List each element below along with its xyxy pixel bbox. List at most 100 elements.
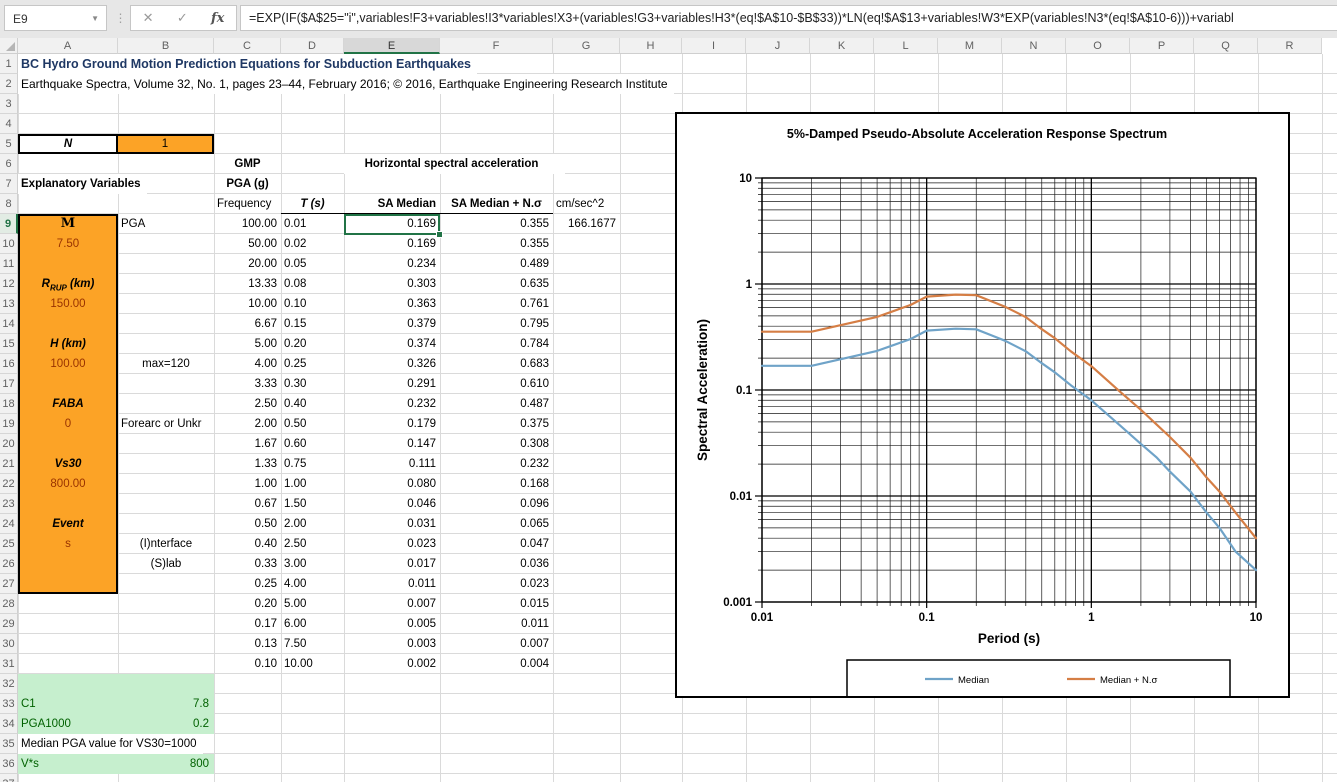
sa-median-nsigma-cell-r29[interactable]: 0.011 (440, 614, 553, 634)
sa-median-nsigma-cell-r25[interactable]: 0.047 (440, 534, 553, 554)
period-cell-r27[interactable]: 4.00 (281, 574, 344, 594)
row-header-9[interactable]: 9 (0, 214, 18, 234)
column-header-C[interactable]: C (214, 38, 281, 54)
row-header-1[interactable]: 1 (0, 54, 18, 74)
row-header-6[interactable]: 6 (0, 154, 18, 174)
frequency-cell-r23[interactable]: 0.67 (214, 494, 281, 514)
frequency-cell-r11[interactable]: 20.00 (214, 254, 281, 274)
period-cell-r22[interactable]: 1.00 (281, 474, 344, 494)
sa-median-cell-r23[interactable]: 0.046 (344, 494, 440, 514)
sa-median-cell-r21[interactable]: 0.111 (344, 454, 440, 474)
period-cell-r9[interactable]: 0.01 (281, 214, 344, 234)
sa-median-nsigma-cell-r21[interactable]: 0.232 (440, 454, 553, 474)
period-cell-r10[interactable]: 0.02 (281, 234, 344, 254)
sa-median-nsigma-cell-r15[interactable]: 0.784 (440, 334, 553, 354)
note-interface[interactable]: (I)nterface (118, 534, 214, 554)
period-cell-r21[interactable]: 0.75 (281, 454, 344, 474)
sa-median-nsigma-cell-r22[interactable]: 0.168 (440, 474, 553, 494)
period-cell-r17[interactable]: 0.30 (281, 374, 344, 394)
row-header-14[interactable]: 14 (0, 314, 18, 334)
column-header-P[interactable]: P (1130, 38, 1194, 54)
sa-median-nsigma-cell-r9[interactable]: 0.355 (440, 214, 553, 234)
period-cell-r13[interactable]: 0.10 (281, 294, 344, 314)
column-header-F[interactable]: F (440, 38, 553, 54)
column-header-I[interactable]: I (682, 38, 746, 54)
sheet-title[interactable]: BC Hydro Ground Motion Prediction Equati… (18, 54, 477, 74)
sa-median-cell-r28[interactable]: 0.007 (344, 594, 440, 614)
row-header-37[interactable]: 37 (0, 774, 18, 782)
row-header-15[interactable]: 15 (0, 334, 18, 354)
column-header-G[interactable]: G (553, 38, 620, 54)
name-box[interactable]: E9 ▼ (4, 5, 107, 31)
green-row-36[interactable]: V*s800 (18, 754, 214, 774)
sa-median-cell-r25[interactable]: 0.023 (344, 534, 440, 554)
sa-median-nsigma-cell-r27[interactable]: 0.023 (440, 574, 553, 594)
column-header-J[interactable]: J (746, 38, 810, 54)
period-cell-r31[interactable]: 10.00 (281, 654, 344, 674)
frequency-cell-r12[interactable]: 13.33 (214, 274, 281, 294)
frequency-cell-r20[interactable]: 1.67 (214, 434, 281, 454)
column-header-O[interactable]: O (1066, 38, 1130, 54)
frequency-cell-r22[interactable]: 1.00 (214, 474, 281, 494)
green-row-34[interactable]: PGA10000.2 (18, 714, 214, 734)
enter-icon[interactable]: ✓ (177, 10, 188, 26)
row-header-4[interactable]: 4 (0, 114, 18, 134)
row-header-26[interactable]: 26 (0, 554, 18, 574)
pga-header[interactable]: PGA (g) (214, 174, 281, 194)
period-cell-r16[interactable]: 0.25 (281, 354, 344, 374)
row-header-29[interactable]: 29 (0, 614, 18, 634)
units-header[interactable]: cm/sec^2 (553, 194, 620, 214)
column-header-H[interactable]: H (620, 38, 682, 54)
row-header-5[interactable]: 5 (0, 134, 18, 154)
row-header-7[interactable]: 7 (0, 174, 18, 194)
period-cell-r29[interactable]: 6.00 (281, 614, 344, 634)
frequency-cell-r31[interactable]: 0.10 (214, 654, 281, 674)
sa-median-nsigma-cell-r24[interactable]: 0.065 (440, 514, 553, 534)
row-header-8[interactable]: 8 (0, 194, 18, 214)
sa-median-nsigma-header[interactable]: SA Median + N.σ (440, 194, 553, 214)
sa-median-nsigma-cell-r28[interactable]: 0.015 (440, 594, 553, 614)
row-header-32[interactable]: 32 (0, 674, 18, 694)
frequency-header[interactable]: Frequency (214, 194, 281, 214)
row-header-13[interactable]: 13 (0, 294, 18, 314)
period-cell-r25[interactable]: 2.50 (281, 534, 344, 554)
name-box-dropdown-icon[interactable]: ▼ (91, 6, 99, 32)
gmp-header[interactable]: GMP (214, 154, 281, 174)
sa-median-nsigma-cell-r10[interactable]: 0.355 (440, 234, 553, 254)
row-header-31[interactable]: 31 (0, 654, 18, 674)
row-header-11[interactable]: 11 (0, 254, 18, 274)
frequency-cell-r25[interactable]: 0.40 (214, 534, 281, 554)
cancel-icon[interactable]: ✕ (143, 10, 154, 26)
column-header-L[interactable]: L (874, 38, 938, 54)
row-header-25[interactable]: 25 (0, 534, 18, 554)
frequency-cell-r9[interactable]: 100.00 (214, 214, 281, 234)
note-pga[interactable]: PGA (118, 214, 214, 234)
row-header-34[interactable]: 34 (0, 714, 18, 734)
row-header-19[interactable]: 19 (0, 414, 18, 434)
period-cell-r12[interactable]: 0.08 (281, 274, 344, 294)
row-header-21[interactable]: 21 (0, 454, 18, 474)
note-slab[interactable]: (S)lab (118, 554, 214, 574)
period-cell-r19[interactable]: 0.50 (281, 414, 344, 434)
column-header-E[interactable]: E (344, 38, 440, 54)
sa-median-cell-r26[interactable]: 0.017 (344, 554, 440, 574)
period-cell-r20[interactable]: 0.60 (281, 434, 344, 454)
sa-median-cell-r16[interactable]: 0.326 (344, 354, 440, 374)
frequency-cell-r30[interactable]: 0.13 (214, 634, 281, 654)
row-header-2[interactable]: 2 (0, 74, 18, 94)
period-cell-r15[interactable]: 0.20 (281, 334, 344, 354)
column-header-M[interactable]: M (938, 38, 1002, 54)
frequency-cell-r13[interactable]: 10.00 (214, 294, 281, 314)
explanatory-variables-block[interactable]: M7.50RRUP (km)150.00H (km)100.00FABA0Vs3… (18, 214, 118, 594)
sa-median-cell-r22[interactable]: 0.080 (344, 474, 440, 494)
select-all-corner[interactable] (0, 38, 18, 54)
sa-median-nsigma-cell-r23[interactable]: 0.096 (440, 494, 553, 514)
sa-median-nsigma-cell-r19[interactable]: 0.375 (440, 414, 553, 434)
row-header-12[interactable]: 12 (0, 274, 18, 294)
column-header-D[interactable]: D (281, 38, 344, 54)
period-cell-r18[interactable]: 0.40 (281, 394, 344, 414)
frequency-cell-r28[interactable]: 0.20 (214, 594, 281, 614)
row-header-33[interactable]: 33 (0, 694, 18, 714)
explanatory-variables-header[interactable]: Explanatory Variables (18, 174, 147, 194)
row-header-22[interactable]: 22 (0, 474, 18, 494)
